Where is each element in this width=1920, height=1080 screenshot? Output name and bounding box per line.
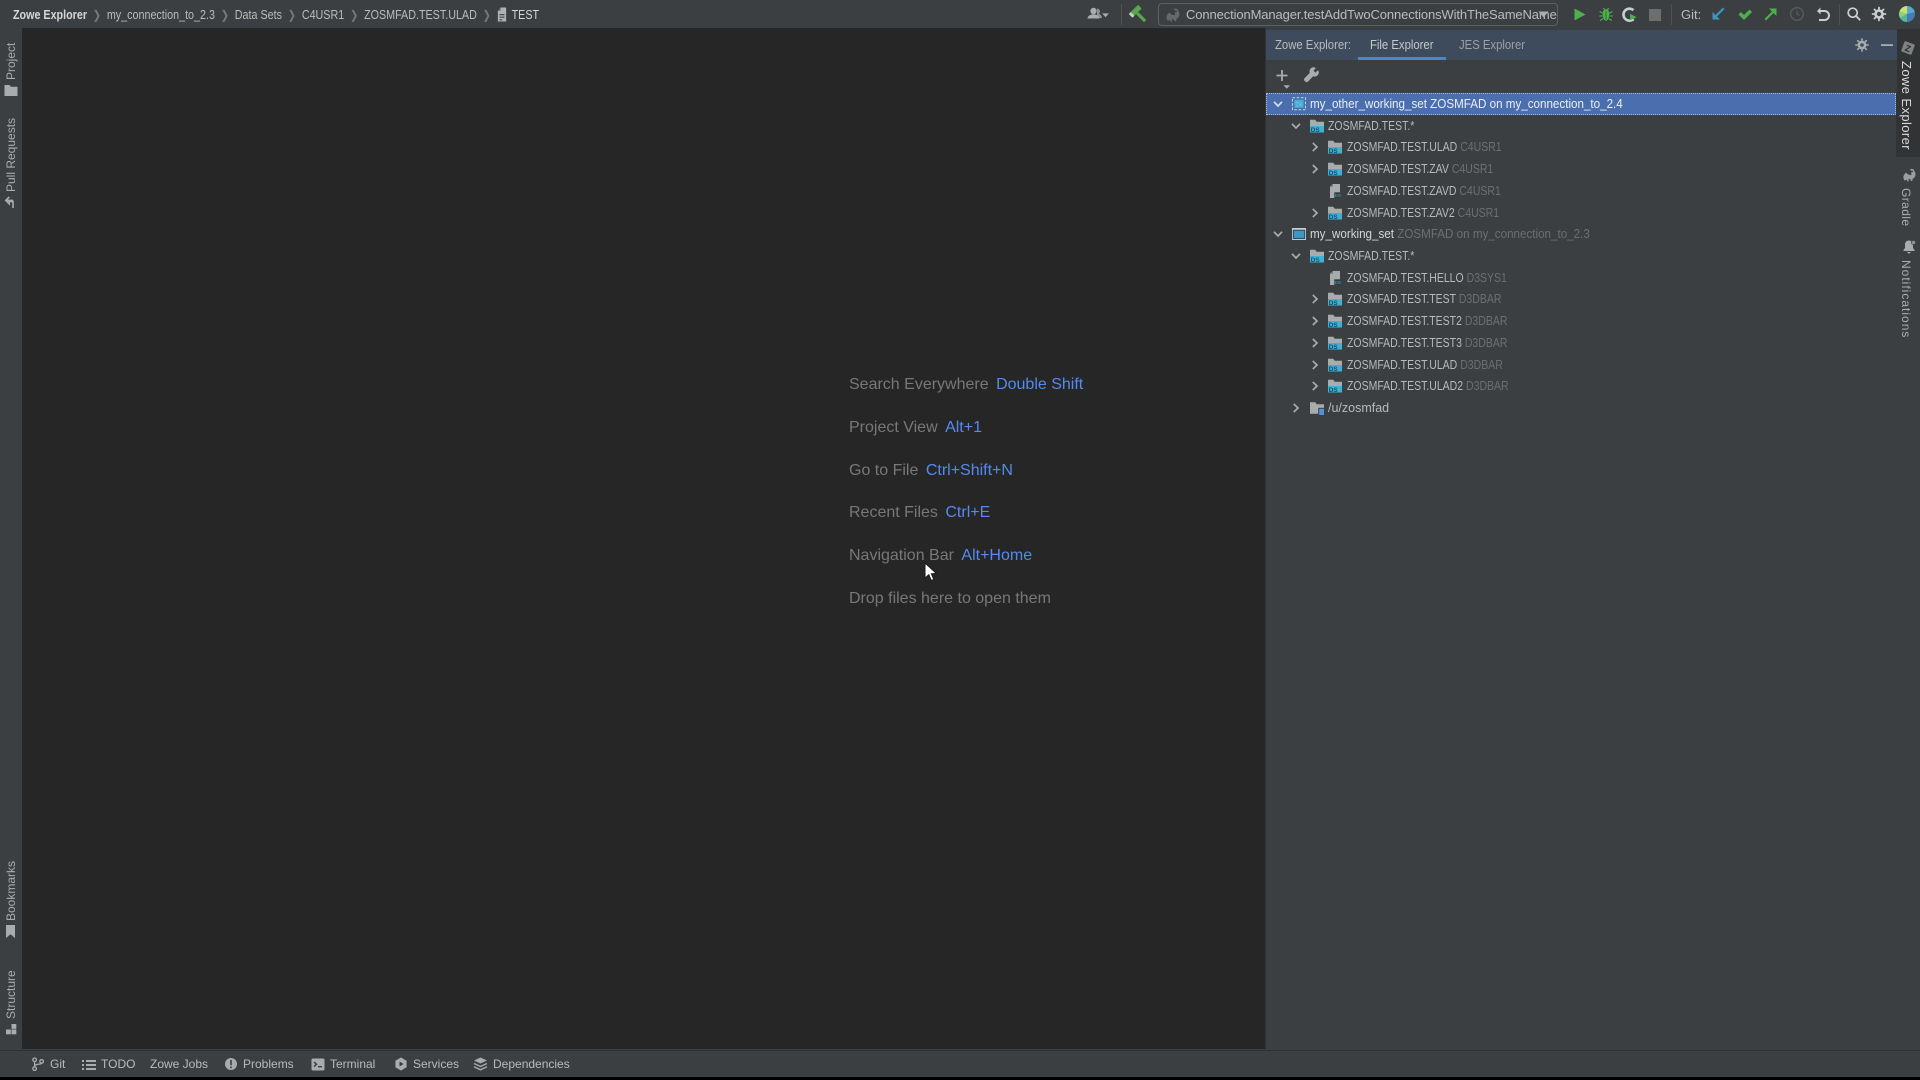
svg-text:DS: DS	[1329, 213, 1339, 220]
svg-text:DS: DS	[1335, 280, 1341, 285]
svg-text:DS: DS	[1310, 257, 1320, 264]
svg-text:DS: DS	[1329, 322, 1339, 329]
svg-text:DS: DS	[1329, 365, 1339, 372]
svg-text:DS: DS	[1329, 300, 1339, 307]
svg-text:DS: DS	[1329, 170, 1339, 177]
svg-text:DS: DS	[1310, 126, 1320, 133]
svg-text:DS: DS	[1329, 387, 1339, 394]
svg-text:DS: DS	[1335, 193, 1341, 198]
svg-text:DS: DS	[1329, 344, 1339, 351]
svg-text:DS: DS	[1329, 148, 1339, 155]
